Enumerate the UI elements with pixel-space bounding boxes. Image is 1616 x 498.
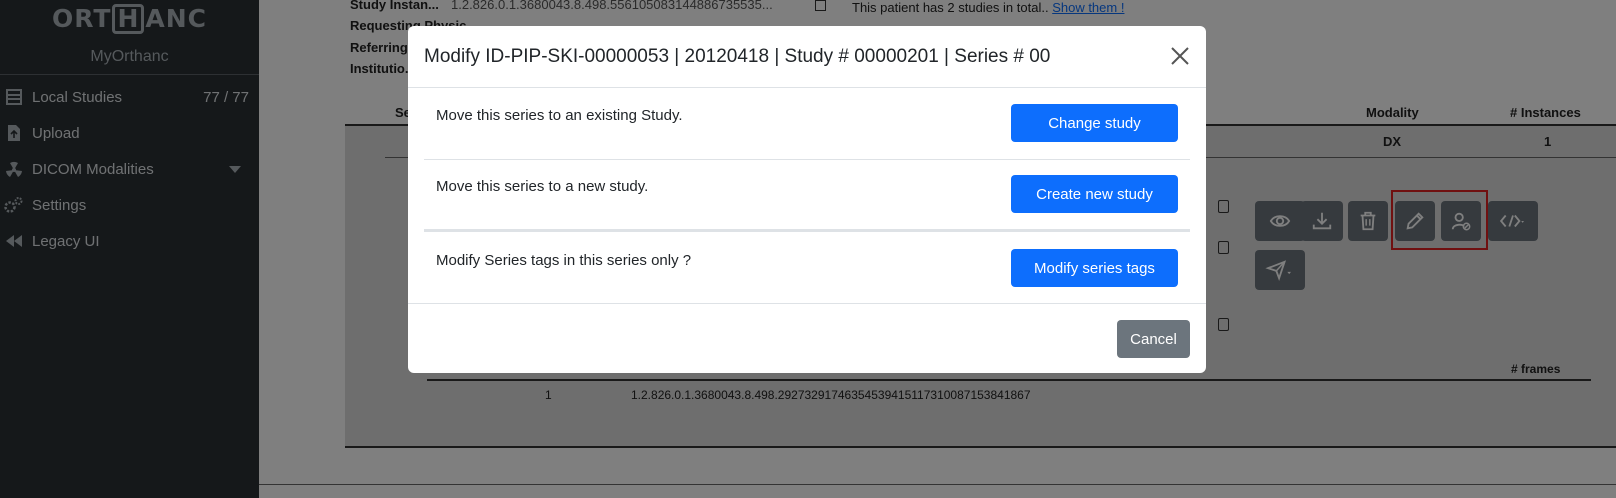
modal-title: Modify ID-PIP-SKI-00000053 | 20120418 | … — [424, 46, 1051, 67]
modify-tags-text: Modify Series tags in this series only ? — [436, 252, 692, 269]
modify-tags-row: Modify Series tags in this series only ?… — [424, 232, 1190, 302]
new-study-row: Move this series to a new study. Create … — [424, 159, 1190, 229]
modify-series-tags-button[interactable]: Modify series tags — [1011, 249, 1178, 287]
close-icon — [1171, 47, 1189, 65]
change-study-button[interactable]: Change study — [1011, 104, 1178, 142]
new-study-text: Move this series to a new study. — [436, 178, 649, 195]
change-study-row: Move this series to an existing Study. C… — [424, 88, 1190, 158]
create-new-study-button[interactable]: Create new study — [1011, 175, 1178, 213]
modal-footer: Cancel — [408, 303, 1206, 373]
close-button[interactable] — [1168, 44, 1192, 68]
modify-series-modal: Modify ID-PIP-SKI-00000053 | 20120418 | … — [408, 26, 1206, 373]
cancel-button[interactable]: Cancel — [1117, 320, 1190, 358]
change-study-text: Move this series to an existing Study. — [436, 107, 683, 124]
modal-header: Modify ID-PIP-SKI-00000053 | 20120418 | … — [408, 26, 1206, 88]
